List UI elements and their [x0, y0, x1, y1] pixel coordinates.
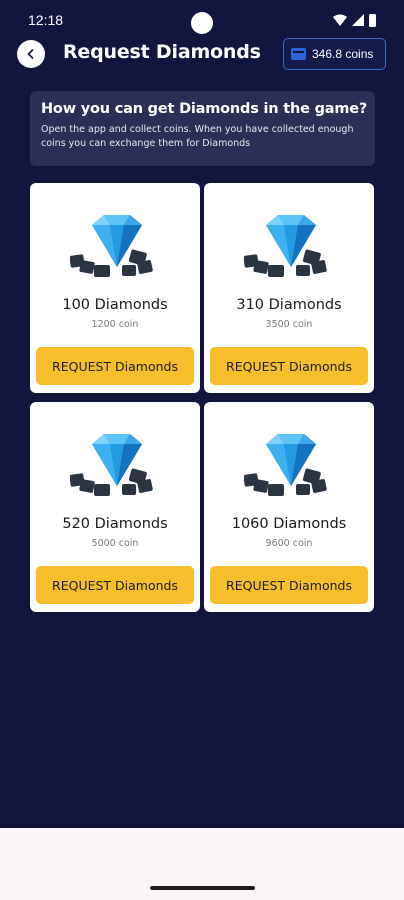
request-button[interactable]: REQUEST Diamonds [36, 347, 194, 385]
product-price: 1200 coin [91, 319, 139, 330]
product-name: 310 Diamonds [236, 297, 342, 313]
status-time: 12:18 [28, 12, 64, 28]
diamond-icon [244, 215, 327, 277]
product-card: 1060 Diamonds 9600 coin REQUEST Diamonds [204, 402, 374, 612]
product-card: 310 Diamonds 3500 coin REQUEST Diamonds [204, 183, 374, 393]
coins-badge[interactable]: 346.8 coins [283, 38, 386, 70]
info-card: How you can get Diamonds in the game? Op… [30, 91, 375, 166]
status-icons [333, 13, 376, 27]
request-button[interactable]: REQUEST Diamonds [210, 566, 368, 604]
request-button[interactable]: REQUEST Diamonds [210, 347, 368, 385]
diamond-icon [70, 434, 153, 496]
back-button[interactable] [17, 40, 45, 68]
wallet-icon [291, 48, 306, 60]
chevron-left-icon [27, 49, 34, 59]
app-header: Request Diamonds 346.8 coins [0, 34, 404, 74]
info-text: Open the app and collect coins. When you… [41, 124, 354, 149]
home-indicator[interactable] [150, 886, 255, 890]
product-card: 520 Diamonds 5000 coin REQUEST Diamonds [30, 402, 200, 612]
product-price: 9600 coin [265, 538, 313, 549]
product-name: 520 Diamonds [62, 516, 168, 532]
coins-balance: 346.8 coins [312, 47, 374, 61]
product-price: 5000 coin [91, 538, 139, 549]
front-camera [191, 12, 213, 34]
signal-icon [352, 14, 364, 26]
info-title: How you can get Diamonds in the game? [41, 101, 368, 117]
wifi-icon [333, 14, 347, 26]
product-name: 1060 Diamonds [231, 516, 347, 532]
diamond-icon [70, 215, 153, 277]
product-price: 3500 coin [265, 319, 313, 330]
page-title: Request Diamonds [63, 41, 261, 63]
diamond-icon [244, 434, 327, 496]
product-card: 100 Diamonds 1200 coin REQUEST Diamonds [30, 183, 200, 393]
product-name: 100 Diamonds [62, 297, 168, 313]
product-grid: 100 Diamonds 1200 coin REQUEST Diamonds … [30, 183, 376, 612]
battery-icon [369, 13, 376, 27]
request-button[interactable]: REQUEST Diamonds [36, 566, 194, 604]
